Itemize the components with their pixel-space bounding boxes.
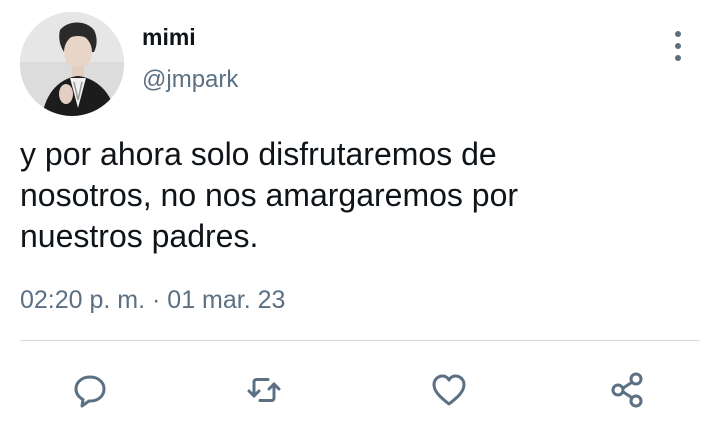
share-icon xyxy=(611,372,643,408)
more-dot xyxy=(675,43,681,49)
tweet-timestamp[interactable]: 02:20 p. m. · 01 mar. 23 xyxy=(20,286,285,315)
tweet-card: mimi @jmpark y por ahora solo disfrutare… xyxy=(0,0,720,438)
retweet-icon xyxy=(247,378,281,402)
reply-button[interactable] xyxy=(68,368,112,412)
retweet-button[interactable] xyxy=(242,368,286,412)
more-vertical-icon[interactable] xyxy=(664,31,692,61)
user-handle[interactable]: @jmpark xyxy=(142,66,238,94)
heart-icon xyxy=(432,374,466,406)
divider xyxy=(20,340,700,341)
tweet-text: y por ahora solo disfrutaremos de nosotr… xyxy=(20,136,519,254)
like-button[interactable] xyxy=(427,368,471,412)
display-name[interactable]: mimi xyxy=(142,24,196,51)
more-dot xyxy=(675,55,681,61)
avatar[interactable] xyxy=(20,12,124,116)
share-button[interactable] xyxy=(605,368,649,412)
avatar-image xyxy=(20,12,124,116)
reply-icon xyxy=(74,375,106,408)
more-dot xyxy=(675,31,681,37)
